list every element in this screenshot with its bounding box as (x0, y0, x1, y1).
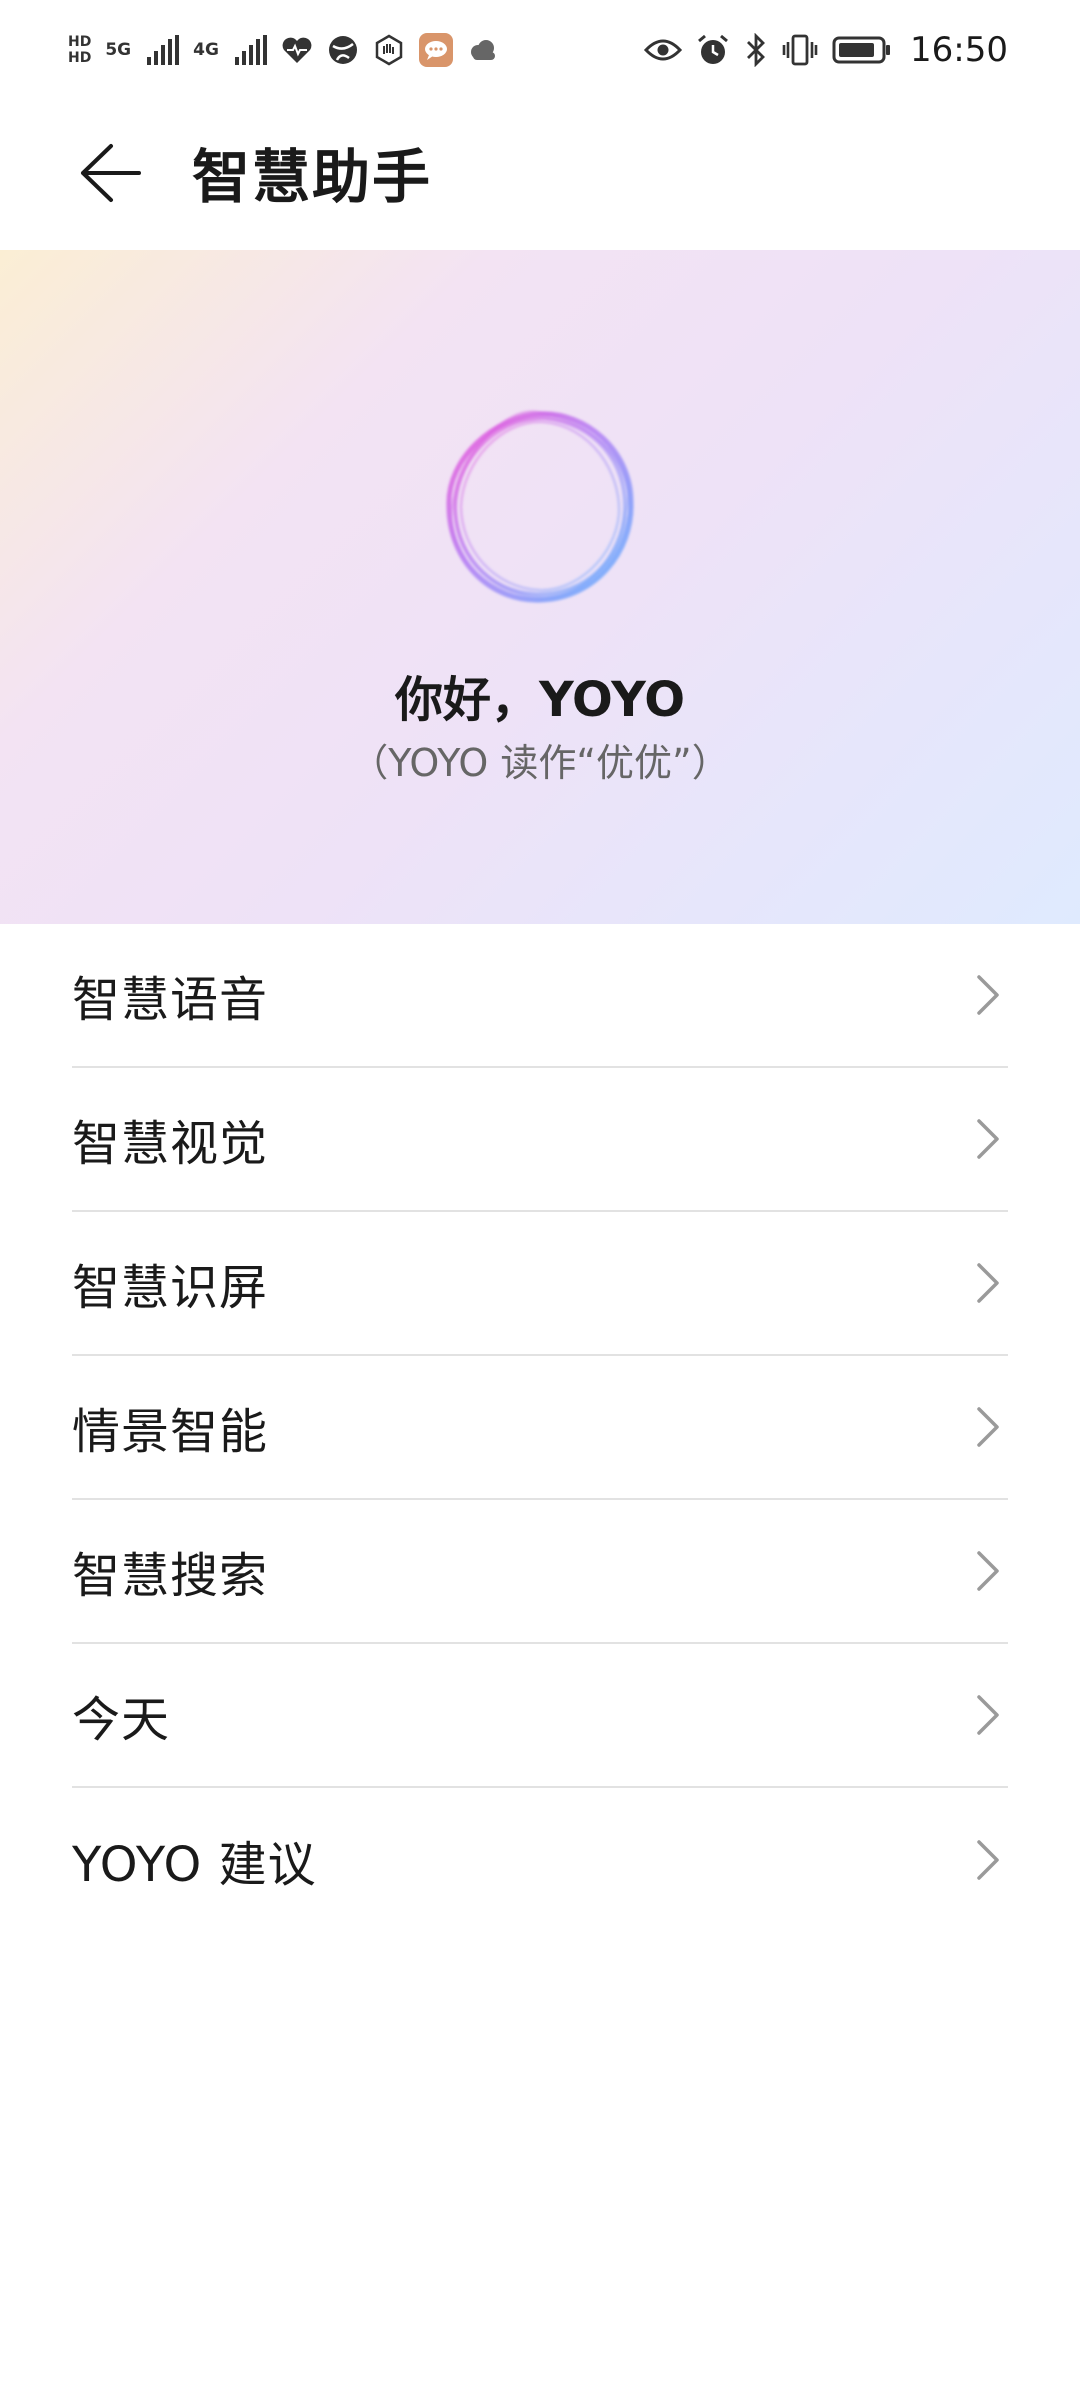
hd-label-2: HD (68, 50, 92, 66)
vibrate-icon (782, 33, 818, 67)
back-arrow-icon (81, 144, 141, 202)
hd-label-1: HD (68, 34, 92, 50)
globe-icon (327, 34, 359, 66)
status-left: HD HD 5G 4G (68, 33, 499, 67)
network-4g-label: 4G (193, 40, 219, 60)
menu-item-scene-intelligence[interactable]: 情景智能 (72, 1356, 1008, 1500)
eye-comfort-icon (644, 36, 683, 64)
menu-item-yoyo-suggestions[interactable]: YOYO 建议 (72, 1788, 1008, 1932)
chevron-right-icon (968, 1397, 1008, 1457)
menu-item-smart-voice[interactable]: 智慧语音 (72, 924, 1008, 1068)
alarm-icon (696, 33, 730, 67)
bluetooth-icon (744, 33, 768, 67)
chevron-right-icon (968, 965, 1008, 1025)
health-heart-icon (281, 35, 313, 65)
menu-item-label: 智慧识屏 (72, 1260, 269, 1316)
menu-item-label: 智慧视觉 (72, 1116, 269, 1172)
menu-item-label: 智慧搜索 (72, 1548, 269, 1604)
chevron-right-icon (968, 1830, 1008, 1890)
pronunciation-text: （YOYO 读作“优优”） (350, 741, 730, 785)
menu-item-smart-search[interactable]: 智慧搜索 (72, 1500, 1008, 1644)
menu-item-label: YOYO 建议 (72, 1837, 317, 1893)
battery-icon (832, 35, 892, 65)
hand-shield-icon (373, 34, 405, 66)
menu-item-today[interactable]: 今天 (72, 1644, 1008, 1788)
assistant-orb-icon (446, 410, 634, 603)
greeting-text: 你好，YOYO (395, 672, 685, 728)
cloud-icon (467, 38, 499, 62)
menu-item-smart-screen-recognition[interactable]: 智慧识屏 (72, 1212, 1008, 1356)
signal-strength-icon (147, 35, 180, 65)
page-title: 智慧助手 (192, 143, 433, 211)
hd-indicator: HD HD (68, 34, 91, 66)
screen: HD HD 5G 4G 16:50 智慧助手 你好，YOYO （YOYO 读作“… (0, 0, 1080, 2400)
menu-item-label: 今天 (72, 1692, 171, 1748)
app-header: 智慧助手 (0, 100, 1080, 250)
network-5g-label: 5G (105, 40, 132, 60)
menu-item-smart-vision[interactable]: 智慧视觉 (72, 1068, 1008, 1212)
status-right: 16:50 (644, 30, 1008, 70)
clock: 16:50 (910, 30, 1008, 70)
chevron-right-icon (968, 1109, 1008, 1169)
status-bar: HD HD 5G 4G 16:50 (0, 0, 1080, 100)
signal-strength-2-icon (234, 35, 267, 65)
menu-item-label: 智慧语音 (72, 972, 269, 1028)
back-button[interactable] (70, 133, 150, 213)
message-app-icon (418, 33, 453, 67)
hero-banner: 你好，YOYO （YOYO 读作“优优”） (0, 250, 1080, 924)
chevron-right-icon (968, 1253, 1008, 1313)
chevron-right-icon (968, 1685, 1008, 1745)
chevron-right-icon (968, 1541, 1008, 1601)
menu-item-label: 情景智能 (72, 1404, 269, 1460)
settings-menu: 智慧语音 智慧视觉 智慧识屏 情景智能 智慧搜索 今天 YOYO 建议 (0, 924, 1080, 1932)
